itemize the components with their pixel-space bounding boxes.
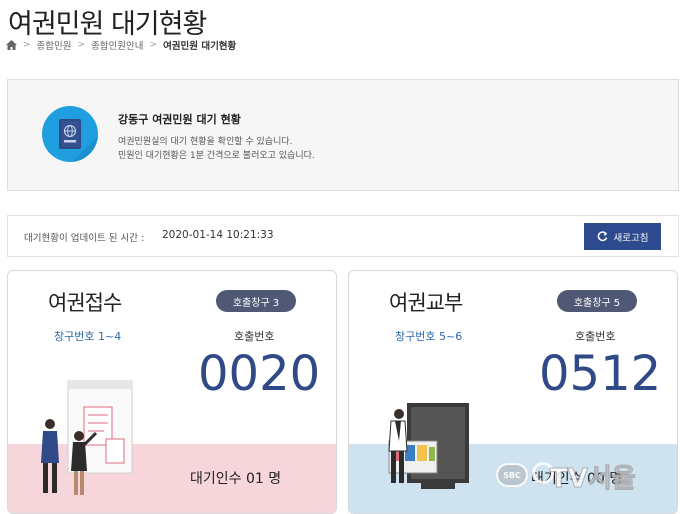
refresh-button-label: 새로고침	[613, 232, 649, 244]
breadcrumb: > 종합민원 > 종합민원안내 > 여권민원 대기현황	[6, 38, 236, 52]
home-icon[interactable]	[6, 40, 17, 50]
card-title: 여권접수	[48, 291, 122, 315]
info-box: 강동구 여권민원 대기 현황 여권민원실의 대기 현황을 확인할 수 있습니다.…	[7, 79, 679, 191]
window-range: 창구번호 1~4	[54, 330, 122, 343]
passport-application-card: 여권접수 호출창구 3 창구번호 1~4 호출번호 0020 대기인수 01 명	[7, 270, 337, 514]
update-time-value: 2020-01-14 10:21:33	[162, 229, 274, 241]
card-bottom-panel	[349, 444, 677, 513]
chevron-right-icon: >	[77, 40, 86, 50]
call-window-badge: 호출창구 3	[216, 290, 296, 312]
chevron-right-icon: >	[23, 40, 31, 50]
call-number: 0020	[198, 346, 321, 402]
call-number-label: 호출번호	[234, 330, 275, 343]
breadcrumb-item-civil[interactable]: 종합민원	[37, 38, 72, 52]
update-bar: 대기현황이 업데이트 된 시간 : 2020-01-14 10:21:33 새로…	[7, 215, 679, 257]
breadcrumb-item-guide[interactable]: 종합민원안내	[91, 38, 143, 52]
chevron-right-icon: >	[149, 40, 158, 50]
call-number-label: 호출번호	[575, 330, 616, 343]
card-title: 여권교부	[389, 291, 463, 315]
refresh-icon	[597, 231, 607, 242]
info-description-1: 여권민원실의 대기 현황을 확인할 수 있습니다.	[118, 137, 293, 147]
info-description-2: 민원인 대기현황은 1분 간격으로 불러오고 있습니다.	[118, 151, 315, 161]
breadcrumb-item-current: 여권민원 대기현황	[163, 41, 237, 52]
refresh-button[interactable]: 새로고침	[584, 223, 661, 250]
update-time-label: 대기현황이 업데이트 된 시간 :	[24, 233, 145, 244]
call-window-badge: 호출창구 5	[557, 290, 637, 312]
window-range: 창구번호 5~6	[395, 330, 463, 343]
waiting-count: 대기인수 01 명	[190, 471, 282, 487]
card-bottom-panel	[8, 444, 336, 513]
passport-issuance-card: 여권교부 호출창구 5 창구번호 5~6 호출번호 0512 대기인수 00 명	[348, 270, 678, 514]
page-title: 여권민원 대기현황	[8, 9, 207, 40]
info-title: 강동구 여권민원 대기 현황	[118, 113, 241, 126]
waiting-count: 대기인수 00 명	[531, 471, 623, 487]
passport-icon	[42, 106, 98, 162]
call-number: 0512	[539, 346, 662, 402]
